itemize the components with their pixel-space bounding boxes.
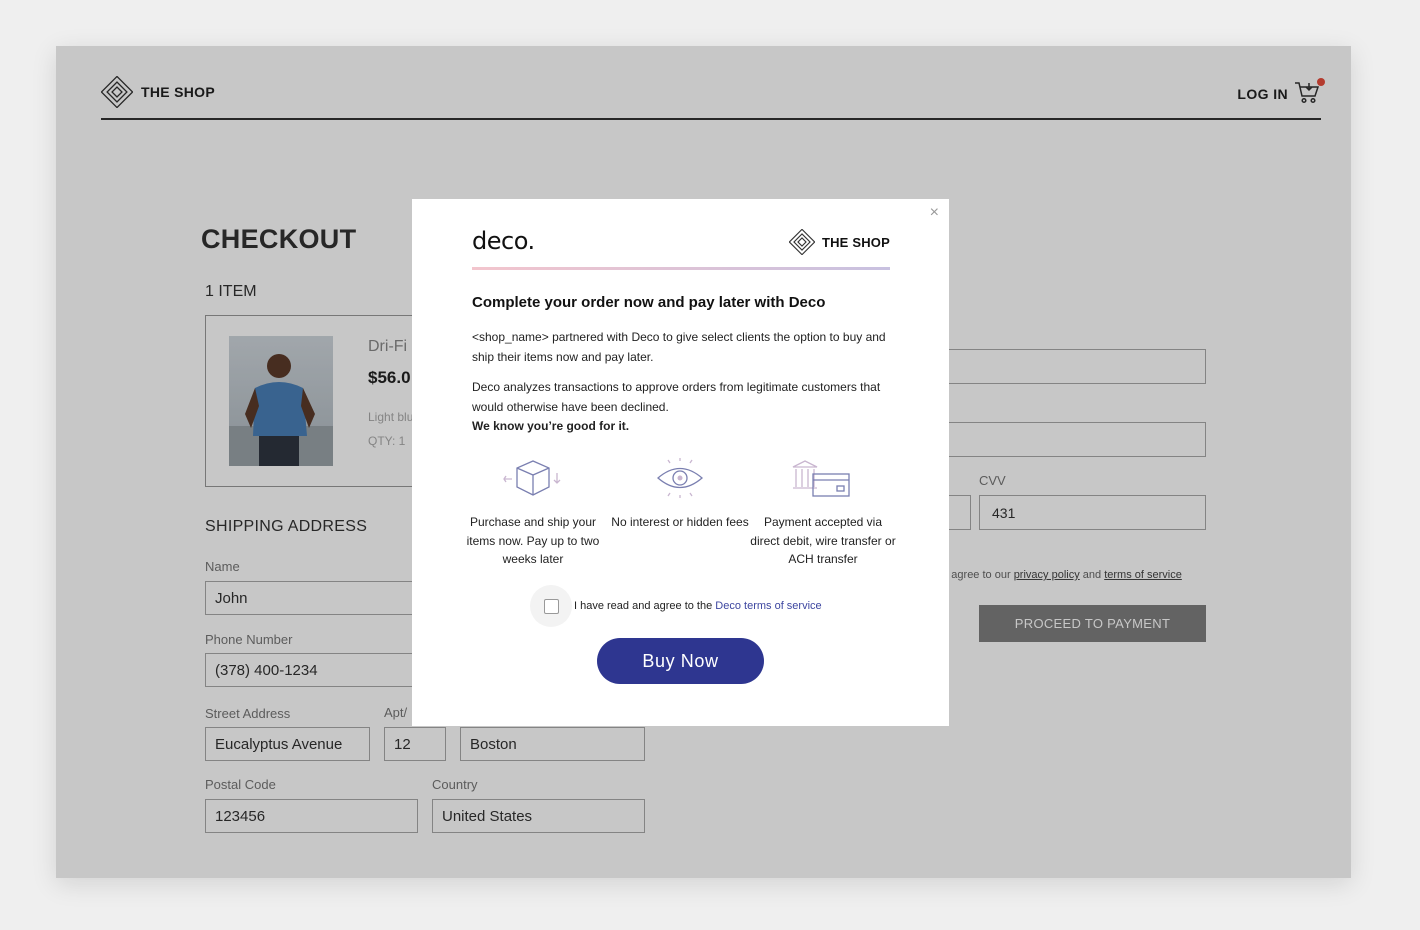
terms-checkbox-wrap[interactable] bbox=[530, 585, 572, 627]
close-icon[interactable]: × bbox=[930, 204, 939, 222]
modal-tagline: We know you’re good for it. bbox=[472, 419, 630, 433]
feature-payment-methods: Payment accepted via direct debit, wire … bbox=[748, 457, 898, 569]
modal-shop-brand: THE SHOP bbox=[788, 229, 890, 255]
feature-ship-later: Purchase and ship your items now. Pay up… bbox=[458, 457, 608, 569]
feature-no-interest-text: No interest or hidden fees bbox=[611, 515, 749, 529]
modal-heading: Complete your order now and pay later wi… bbox=[472, 294, 826, 311]
modal-divider bbox=[472, 267, 890, 270]
terms-agreement: I have read and agree to the Deco terms … bbox=[530, 585, 822, 627]
modal-brand-name: THE SHOP bbox=[821, 234, 890, 250]
diamond-logo-icon bbox=[788, 229, 815, 255]
buy-now-button[interactable]: Buy Now bbox=[597, 638, 764, 684]
bank-card-icon bbox=[792, 460, 850, 497]
terms-checkbox[interactable] bbox=[543, 598, 559, 614]
deco-terms-link[interactable]: Deco terms of service bbox=[715, 600, 821, 612]
deco-modal: × deco. THE SHOP Complete your order now… bbox=[412, 199, 949, 726]
modal-description-text: Deco analyzes transactions to approve or… bbox=[472, 378, 892, 437]
deco-logo: deco. bbox=[472, 227, 535, 255]
feature-ship-later-text: Purchase and ship your items now. Pay up… bbox=[466, 515, 600, 566]
modal-intro-text: <shop_name> partnered with Deco to give … bbox=[472, 330, 886, 364]
eye-icon bbox=[657, 458, 703, 498]
terms-agreement-label: I have read and agree to the bbox=[574, 600, 713, 612]
terms-agreement-text: I have read and agree to the Deco terms … bbox=[574, 600, 822, 612]
box-icon bbox=[503, 460, 561, 496]
feature-payment-methods-text: Payment accepted via direct debit, wire … bbox=[750, 515, 896, 566]
feature-no-interest: No interest or hidden fees bbox=[605, 457, 755, 532]
modal-description: Deco analyzes transactions to approve or… bbox=[472, 380, 881, 414]
